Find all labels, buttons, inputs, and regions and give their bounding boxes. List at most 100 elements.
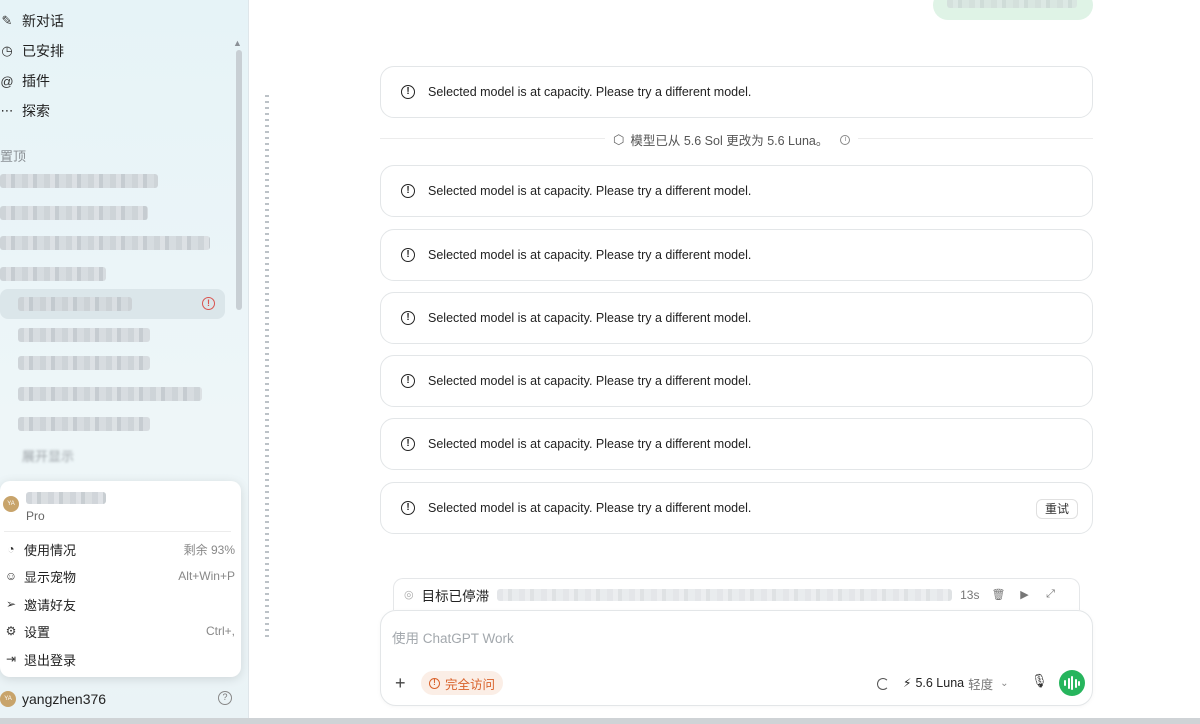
plugins-button[interactable]: @ 插件	[0, 68, 50, 94]
edit-icon: ✎	[1, 13, 13, 28]
model-change-notice: ⬡ 模型已从 5.6 Sol 更改为 5.6 Luna。 i	[605, 130, 859, 149]
goal-description	[497, 588, 953, 601]
message-composer[interactable]: 使用 ChatGPT Work + ! 完全访问 ⚡ 5.6 Luna 轻度 ⌄…	[380, 610, 1093, 706]
alert-icon: !	[401, 85, 415, 99]
conversation-title-active	[18, 297, 132, 311]
error-text: Selected model is at capacity. Please tr…	[428, 374, 752, 388]
composer-placeholder[interactable]: 使用 ChatGPT Work	[392, 627, 514, 647]
pet-label: 显示宠物	[24, 569, 77, 585]
pet-shortcut: Alt+Win+P	[178, 569, 235, 583]
help-icon[interactable]: ?	[218, 691, 232, 705]
settings-label: 设置	[24, 624, 51, 640]
explore-button[interactable]: ⋯ 探索	[0, 98, 51, 124]
warning-icon: !	[429, 677, 440, 689]
send-icon: ➢	[5, 597, 17, 611]
logout-label: 退出登录	[24, 652, 77, 668]
user-profile-button[interactable]: YA yangzhen376	[0, 688, 240, 710]
alert-icon: !	[401, 248, 415, 262]
avatar: YA	[3, 496, 19, 512]
info-icon[interactable]: i	[840, 134, 851, 145]
trash-icon[interactable]: 🗑	[991, 588, 1005, 601]
model-label: 5.6 Luna	[915, 676, 965, 690]
alert-icon: !	[401, 184, 415, 198]
error-message: ! Selected model is at capacity. Please …	[380, 229, 1093, 281]
alert-icon: !	[401, 437, 415, 451]
expand-icon[interactable]: ⤢	[1043, 588, 1057, 601]
usage-label: 使用情况	[24, 542, 77, 558]
user-message-bubble	[933, 0, 1093, 20]
account-name	[26, 492, 106, 504]
add-attachment-button[interactable]: +	[395, 673, 406, 693]
conversation-item[interactable]	[18, 417, 150, 431]
pinned-section-title: 置顶	[0, 149, 27, 164]
plugins-label: 插件	[22, 73, 50, 89]
pet-icon: ☺	[4, 569, 18, 583]
error-text: Selected model is at capacity. Please tr…	[428, 501, 752, 515]
error-status-icon: !	[202, 297, 215, 310]
user-name: yangzhen376	[22, 691, 107, 707]
goal-elapsed: 13s	[960, 587, 980, 602]
explore-label: 探索	[22, 103, 50, 119]
alert-icon: !	[401, 374, 415, 388]
goal-status-bar: ◎ 目标已停滞 13s 🗑 ▶ ⤢	[393, 578, 1080, 610]
user-avatar: YA	[0, 691, 16, 707]
error-message: ! Selected model is at capacity. Please …	[380, 292, 1093, 344]
menu-item-invite[interactable]: ➢ 邀请好友	[0, 592, 235, 616]
cube-icon: ⬡	[613, 131, 625, 147]
gear-icon: ⚙	[5, 624, 17, 638]
conversation-item[interactable]	[0, 206, 148, 220]
menu-item-pet[interactable]: ☺ 显示宠物 Alt+Win+P	[0, 564, 235, 588]
timeline-rail	[265, 95, 269, 640]
scheduled-label: 已安排	[22, 43, 64, 59]
error-text: Selected model is at capacity. Please tr…	[428, 437, 752, 451]
sidebar-scrollbar[interactable]	[236, 50, 242, 310]
show-more-link[interactable]: 展开显示	[22, 446, 74, 465]
model-selector[interactable]: ⚡ 5.6 Luna 轻度 ⌄	[903, 673, 1009, 693]
full-access-button[interactable]: ! 完全访问	[421, 671, 504, 695]
usage-remaining: 剩余 93%	[183, 542, 235, 557]
goal-status: 目标已停滞	[421, 588, 490, 604]
error-message: ! Selected model is at capacity. Please …	[380, 66, 1093, 118]
loading-spinner-icon	[877, 678, 889, 690]
scheduled-button[interactable]: ◷ 已安排	[0, 38, 64, 64]
conversation-item[interactable]	[18, 387, 202, 401]
effort-label: 轻度	[968, 677, 994, 692]
alert-icon: !	[401, 501, 415, 515]
plugin-icon: @	[0, 73, 14, 89]
retry-button[interactable]: 重试	[1035, 499, 1078, 519]
menu-item-usage[interactable]: ◔ 使用情况 剩余 93%	[0, 537, 235, 561]
settings-shortcut: Ctrl+,	[205, 624, 235, 638]
conversation-item[interactable]	[18, 356, 150, 370]
conversation-item[interactable]	[18, 328, 150, 342]
goal-icon: ◎	[404, 589, 414, 601]
error-text: Selected model is at capacity. Please tr…	[428, 85, 752, 99]
play-icon[interactable]: ▶	[1017, 588, 1031, 601]
clock-icon: ◷	[1, 43, 13, 58]
conversation-item[interactable]	[0, 236, 210, 250]
microphone-icon[interactable]: 🎙	[1031, 673, 1048, 689]
bolt-icon: ⚡	[903, 676, 912, 690]
invite-label: 邀请好友	[24, 597, 77, 613]
voice-mode-button[interactable]	[1059, 670, 1085, 696]
window-bottom-edge	[0, 718, 1200, 724]
plan-label: Pro	[26, 509, 45, 523]
conversation-item[interactable]	[0, 267, 106, 281]
error-text: Selected model is at capacity. Please tr…	[428, 248, 752, 262]
menu-item-logout[interactable]: ⇥ 退出登录	[0, 647, 235, 671]
full-access-label: 完全访问	[445, 677, 496, 692]
account-menu: YA Pro ◔ 使用情况 剩余 93% ☺ 显示宠物 Alt+Win+P ➢ …	[0, 481, 241, 677]
sidebar: ✎ 新对话 ◷ 已安排 @ 插件 ⋯ 探索 置顶 ! 展开显示 ▲ YA Pro…	[0, 0, 249, 724]
conversation-item[interactable]	[0, 174, 158, 188]
more-icon: ⋯	[0, 103, 14, 118]
menu-item-settings[interactable]: ⚙ 设置 Ctrl+,	[0, 619, 235, 643]
new-chat-label: 新对话	[22, 13, 64, 29]
error-text: Selected model is at capacity. Please tr…	[428, 311, 752, 325]
chevron-down-icon: ⌄	[1000, 677, 1009, 689]
new-chat-button[interactable]: ✎ 新对话	[0, 8, 64, 34]
error-message: ! Selected model is at capacity. Please …	[380, 418, 1093, 470]
menu-divider	[4, 531, 231, 532]
gauge-icon: ◔	[7, 542, 15, 556]
logout-icon: ⇥	[5, 652, 17, 666]
error-message: ! Selected model is at capacity. Please …	[380, 355, 1093, 407]
scroll-up-icon[interactable]: ▲	[233, 38, 242, 48]
